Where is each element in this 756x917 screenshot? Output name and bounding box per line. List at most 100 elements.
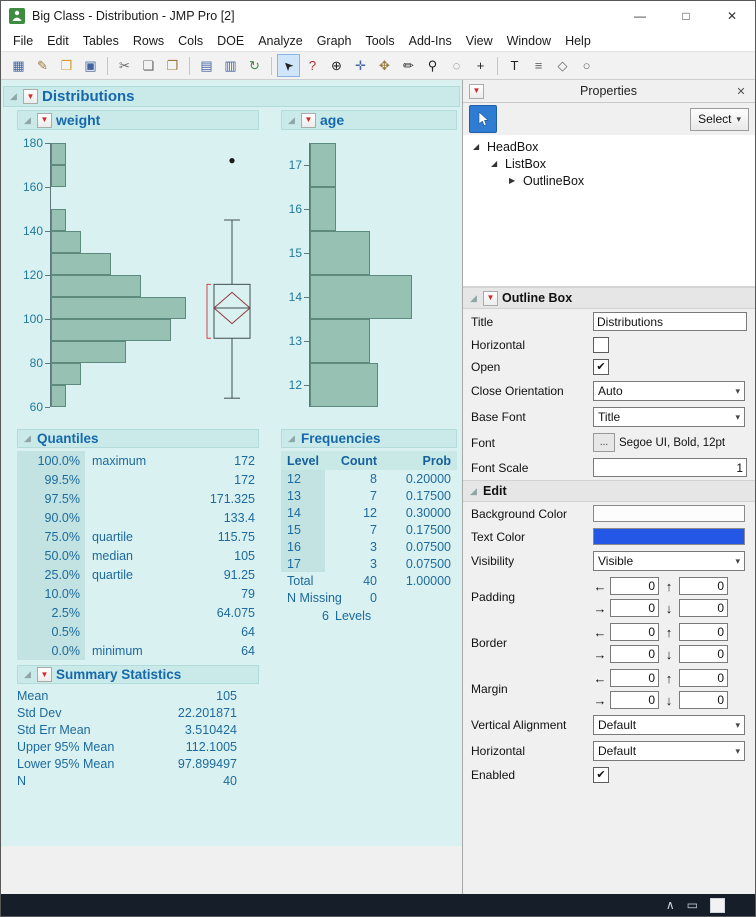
horizontal-alignment-select[interactable]: Default ▾ — [593, 741, 745, 761]
line-annotate-tool-icon[interactable]: ≡ — [527, 54, 550, 77]
disclosure-icon[interactable]: ◢ — [22, 669, 33, 680]
save-icon[interactable]: ▣ — [79, 54, 102, 77]
menu-edit[interactable]: Edit — [40, 32, 76, 50]
red-triangle-menu-icon[interactable]: ▼ — [37, 667, 52, 682]
histogram-bar[interactable] — [51, 275, 142, 297]
disclosure-icon[interactable]: ◢ — [286, 433, 297, 444]
histogram-bar[interactable] — [51, 165, 67, 187]
background-color-swatch[interactable] — [593, 505, 745, 522]
histogram-bar[interactable] — [51, 297, 187, 319]
histogram-bar[interactable] — [51, 363, 82, 385]
red-triangle-menu-icon[interactable]: ▼ — [23, 89, 38, 104]
histogram-bar[interactable] — [310, 143, 336, 187]
histogram-bar[interactable] — [310, 231, 370, 275]
menu-help[interactable]: Help — [558, 32, 598, 50]
menu-tools[interactable]: Tools — [358, 32, 401, 50]
menu-view[interactable]: View — [459, 32, 500, 50]
new-journal-icon[interactable]: ✎ — [31, 54, 54, 77]
help-tool-icon[interactable]: ? — [301, 54, 324, 77]
histogram-bar[interactable] — [51, 319, 172, 341]
disclosure-icon[interactable]: ◢ — [22, 433, 33, 444]
disclosure-icon[interactable]: ◢ — [8, 91, 19, 102]
border-bottom-input[interactable]: 0 — [679, 645, 728, 663]
padding-bottom-input[interactable]: 0 — [679, 599, 728, 617]
tray-app-icon[interactable] — [710, 897, 725, 913]
text-annotate-tool-icon[interactable]: T — [503, 54, 526, 77]
menu-rows[interactable]: Rows — [126, 32, 171, 50]
disclosure-icon[interactable]: ◢ — [468, 293, 479, 304]
horizontal-checkbox[interactable] — [593, 337, 609, 353]
border-right-input[interactable]: 0 — [610, 645, 659, 663]
brush-tool-icon[interactable]: ✏ — [397, 54, 420, 77]
padding-top-input[interactable]: 0 — [679, 577, 728, 595]
tray-up-icon[interactable]: ∧ — [666, 898, 675, 912]
text-color-swatch[interactable] — [593, 528, 745, 545]
layout-icon[interactable]: ▥ — [219, 54, 242, 77]
red-triangle-menu-icon[interactable]: ▼ — [469, 83, 484, 99]
open-icon[interactable]: ❒ — [55, 54, 78, 77]
menu-addins[interactable]: Add-Ins — [402, 32, 459, 50]
oval-annotate-tool-icon[interactable]: ○ — [575, 54, 598, 77]
select-button[interactable]: Select ▾ — [690, 107, 749, 131]
minimize-button[interactable]: — — [617, 1, 663, 30]
font-scale-input[interactable]: 1 — [593, 458, 747, 477]
maximize-button[interactable]: □ — [663, 1, 709, 30]
vertical-alignment-select[interactable]: Default ▾ — [593, 715, 745, 735]
magnifier-tool-icon[interactable]: ⚲ — [421, 54, 444, 77]
red-triangle-menu-icon[interactable]: ▼ — [37, 112, 52, 128]
menu-file[interactable]: File — [6, 32, 40, 50]
tree-item-headbox[interactable]: ◢ HeadBox — [463, 138, 755, 155]
tree-item-outlinebox[interactable]: ▶ OutlineBox — [463, 172, 755, 189]
weight-boxplot[interactable] — [203, 143, 259, 407]
disclosure-icon[interactable]: ◢ — [286, 115, 297, 126]
arrow-tool-icon[interactable]: ➤ — [277, 54, 300, 77]
histogram-bar[interactable] — [51, 341, 127, 363]
margin-bottom-input[interactable]: 0 — [679, 691, 728, 709]
paste-icon[interactable]: ❐ — [161, 54, 184, 77]
histogram-bar[interactable] — [310, 187, 336, 231]
tree-expanded-icon[interactable]: ◢ — [491, 159, 500, 168]
menu-graph[interactable]: Graph — [310, 32, 359, 50]
disclosure-icon[interactable]: ◢ — [22, 115, 33, 126]
zoom-in-tool-icon[interactable]: + — [469, 54, 492, 77]
cut-icon[interactable]: ✂ — [113, 54, 136, 77]
margin-right-input[interactable]: 0 — [610, 691, 659, 709]
tree-expanded-icon[interactable]: ◢ — [473, 142, 482, 151]
data-table-icon[interactable]: ▤ — [195, 54, 218, 77]
title-input[interactable]: Distributions — [593, 312, 747, 331]
polygon-annotate-tool-icon[interactable]: ◇ — [551, 54, 574, 77]
margin-top-input[interactable]: 0 — [679, 669, 728, 687]
age-histogram-plot[interactable] — [309, 143, 422, 407]
histogram-bar[interactable] — [310, 319, 370, 363]
histogram-bar[interactable] — [51, 143, 67, 165]
close-button[interactable]: ✕ — [709, 1, 755, 30]
menu-cols[interactable]: Cols — [171, 32, 210, 50]
border-top-input[interactable]: 0 — [679, 623, 728, 641]
red-triangle-menu-icon[interactable]: ▼ — [483, 290, 498, 306]
histogram-bar[interactable] — [51, 385, 67, 407]
copy-icon[interactable]: ❏ — [137, 54, 160, 77]
menu-analyze[interactable]: Analyze — [251, 32, 309, 50]
panel-close-icon[interactable]: ✕ — [733, 85, 749, 98]
base-font-select[interactable]: Title ▾ — [593, 407, 745, 427]
tree-collapsed-icon[interactable]: ▶ — [509, 176, 518, 185]
menu-window[interactable]: Window — [500, 32, 558, 50]
histogram-bar[interactable] — [51, 231, 82, 253]
menu-doe[interactable]: DOE — [210, 32, 251, 50]
display-icon[interactable]: ▭ — [687, 898, 698, 912]
new-data-table-icon[interactable]: ▦ — [7, 54, 30, 77]
red-triangle-menu-icon[interactable]: ▼ — [301, 112, 316, 128]
open-checkbox[interactable]: ✔ — [593, 359, 609, 375]
disclosure-icon[interactable]: ◢ — [468, 486, 479, 497]
selection-tool-icon[interactable]: ✛ — [349, 54, 372, 77]
font-picker-button[interactable]: ... — [593, 433, 615, 452]
close-orientation-select[interactable]: Auto ▾ — [593, 381, 745, 401]
enabled-checkbox[interactable]: ✔ — [593, 767, 609, 783]
refresh-icon[interactable]: ↻ — [243, 54, 266, 77]
crosshair-tool-icon[interactable]: ⊕ — [325, 54, 348, 77]
padding-right-input[interactable]: 0 — [610, 599, 659, 617]
selection-cursor-button[interactable] — [469, 105, 497, 133]
grabber-tool-icon[interactable]: ✥ — [373, 54, 396, 77]
border-left-input[interactable]: 0 — [610, 623, 659, 641]
visibility-select[interactable]: Visible ▾ — [593, 551, 745, 571]
